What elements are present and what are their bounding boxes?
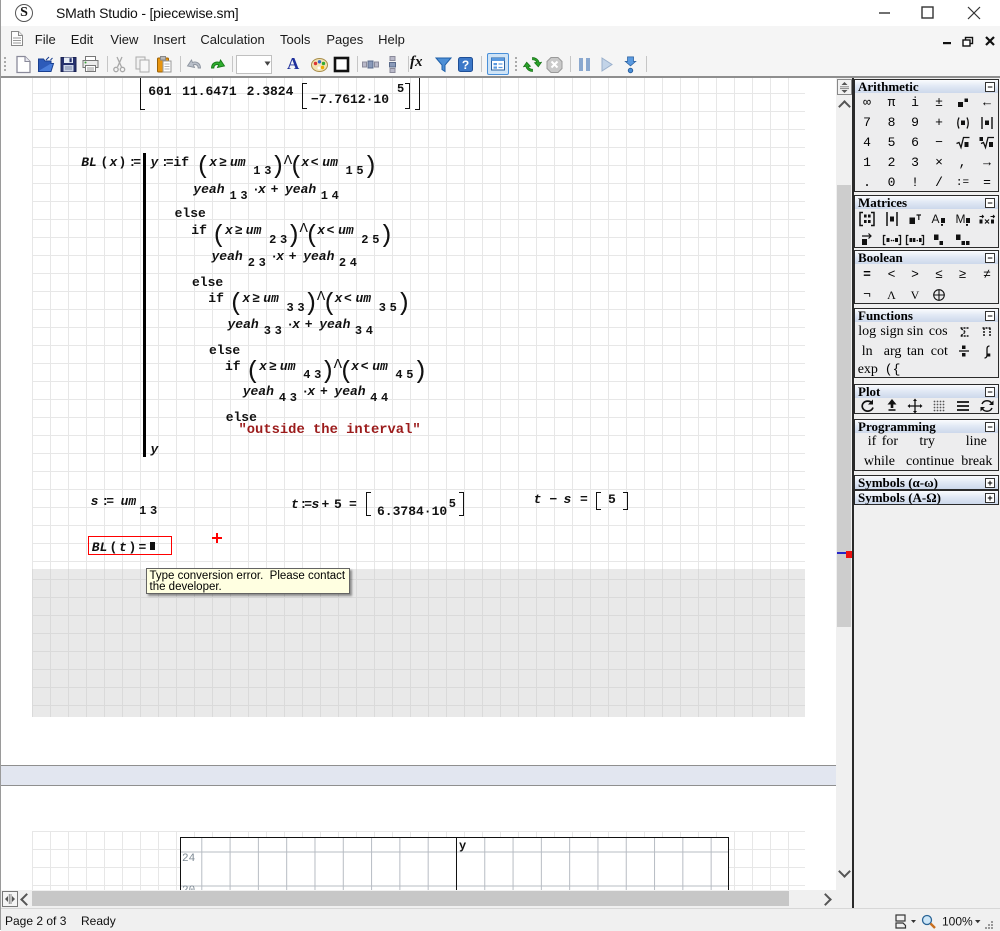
svg-text:A: A <box>932 212 940 226</box>
svg-text:?: ? <box>462 58 469 72</box>
svg-text:100%: 100% <box>942 915 973 929</box>
svg-text:M: M <box>955 212 965 226</box>
